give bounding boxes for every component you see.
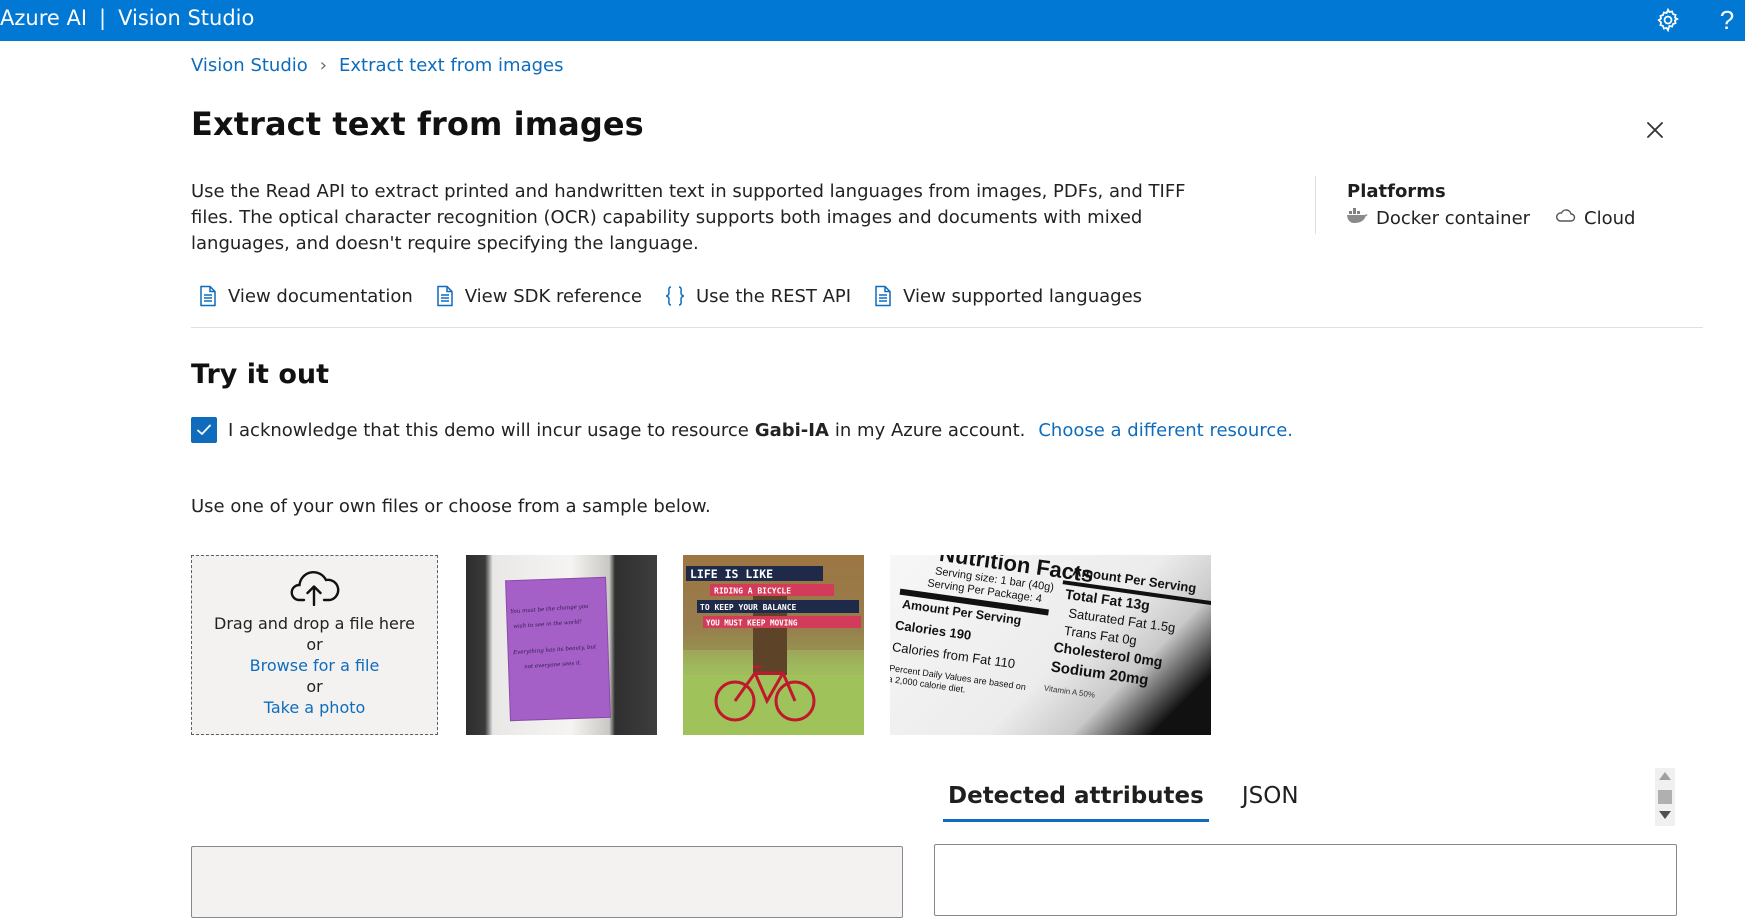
scroll-up-icon[interactable] <box>1659 772 1671 780</box>
platforms-list: Docker container Cloud <box>1346 208 1635 229</box>
docker-icon <box>1346 208 1368 229</box>
acknowledge-checkbox[interactable] <box>191 417 217 443</box>
sample-image-handwritten-note[interactable]: You must be the change you wish to see i… <box>466 555 657 735</box>
chevron-right-icon: › <box>319 55 327 76</box>
breadcrumb: Vision Studio › Extract text from images <box>191 55 563 76</box>
view-supported-languages-label: View supported languages <box>903 285 1143 307</box>
resource-links: View documentation View SDK reference Us… <box>198 285 1164 307</box>
view-sdk-reference-link[interactable]: View SDK reference <box>435 285 642 307</box>
braces-icon <box>664 285 686 307</box>
platform-docker-label: Docker container <box>1376 208 1531 229</box>
checkmark-icon <box>197 424 211 435</box>
sample-label-line-4: Calories 190 <box>894 617 972 643</box>
document-icon <box>873 285 893 307</box>
drag-drop-label: Drag and drop a file here <box>214 614 415 633</box>
results-panel <box>934 844 1677 916</box>
or-label: or <box>306 635 323 654</box>
acknowledge-text-prefix: I acknowledge that this demo will incur … <box>228 419 749 441</box>
platform-docker: Docker container <box>1346 208 1530 229</box>
use-rest-api-link[interactable]: Use the REST API <box>664 285 851 307</box>
platforms-divider <box>1315 176 1316 234</box>
view-documentation-label: View documentation <box>228 285 413 307</box>
tabs-scrollbar[interactable] <box>1655 768 1675 826</box>
scroll-thumb[interactable] <box>1658 790 1672 804</box>
image-preview-panel <box>191 846 903 918</box>
breadcrumb-item-vision-studio[interactable]: Vision Studio <box>191 55 308 76</box>
platforms-title: Platforms <box>1347 181 1446 202</box>
page-title: Extract text from images <box>191 105 644 143</box>
sample-label-line-14: Vitamin A 50% <box>1043 684 1095 700</box>
scroll-down-icon[interactable] <box>1659 811 1671 819</box>
cloud-upload-icon <box>290 570 340 610</box>
drop-zone-text: Drag and drop a file here or Browse for … <box>192 613 437 718</box>
document-icon <box>435 285 455 307</box>
document-icon <box>198 285 218 307</box>
sample-poster-line-4: YOU MUST KEEP MOVING <box>706 619 798 628</box>
view-documentation-link[interactable]: View documentation <box>198 285 413 307</box>
acknowledge-row: I acknowledge that this demo will incur … <box>191 417 1293 443</box>
acknowledge-text-suffix: in my Azure account. <box>834 419 1026 441</box>
section-divider <box>191 327 1703 328</box>
sample-poster-line-3: TO KEEP YOUR BALANCE <box>700 603 797 612</box>
resource-name: Gabi-IA <box>754 419 829 441</box>
sample-image-bicycle-poster[interactable]: LIFE IS LIKE RIDING A BICYCLE TO KEEP YO… <box>683 555 864 735</box>
tab-json[interactable]: JSON <box>1237 777 1304 822</box>
results-tabs: Detected attributes JSON <box>943 777 1332 822</box>
tab-detected-attributes[interactable]: Detected attributes <box>943 777 1209 822</box>
take-photo-link[interactable]: Take a photo <box>264 698 366 717</box>
sample-image-nutrition-label[interactable]: Nutrition Facts Serving size: 1 bar (40g… <box>890 555 1211 735</box>
try-it-out-heading: Try it out <box>191 359 330 390</box>
cloud-icon <box>1554 208 1576 229</box>
page-description: Use the Read API to extract printed and … <box>191 181 1186 254</box>
sample-instructions: Use one of your own files or choose from… <box>191 496 711 517</box>
platform-cloud-label: Cloud <box>1584 208 1636 229</box>
browse-file-link[interactable]: Browse for a file <box>250 656 380 675</box>
main-content: Vision Studio › Extract text from images… <box>0 0 1745 918</box>
sample-poster-line-2: RIDING A BICYCLE <box>714 587 791 596</box>
or-label: or <box>306 677 323 696</box>
view-sdk-reference-label: View SDK reference <box>464 285 642 307</box>
file-drop-zone[interactable]: Drag and drop a file here or Browse for … <box>191 555 438 735</box>
view-supported-languages-link[interactable]: View supported languages <box>873 285 1142 307</box>
close-icon[interactable] <box>1641 116 1669 144</box>
use-rest-api-label: Use the REST API <box>695 285 852 307</box>
choose-different-resource-link[interactable]: Choose a different resource. <box>1038 420 1293 441</box>
platform-cloud: Cloud <box>1554 208 1635 229</box>
breadcrumb-item-extract-text[interactable]: Extract text from images <box>339 55 564 76</box>
sample-poster-line-1: LIFE IS LIKE <box>690 567 773 581</box>
